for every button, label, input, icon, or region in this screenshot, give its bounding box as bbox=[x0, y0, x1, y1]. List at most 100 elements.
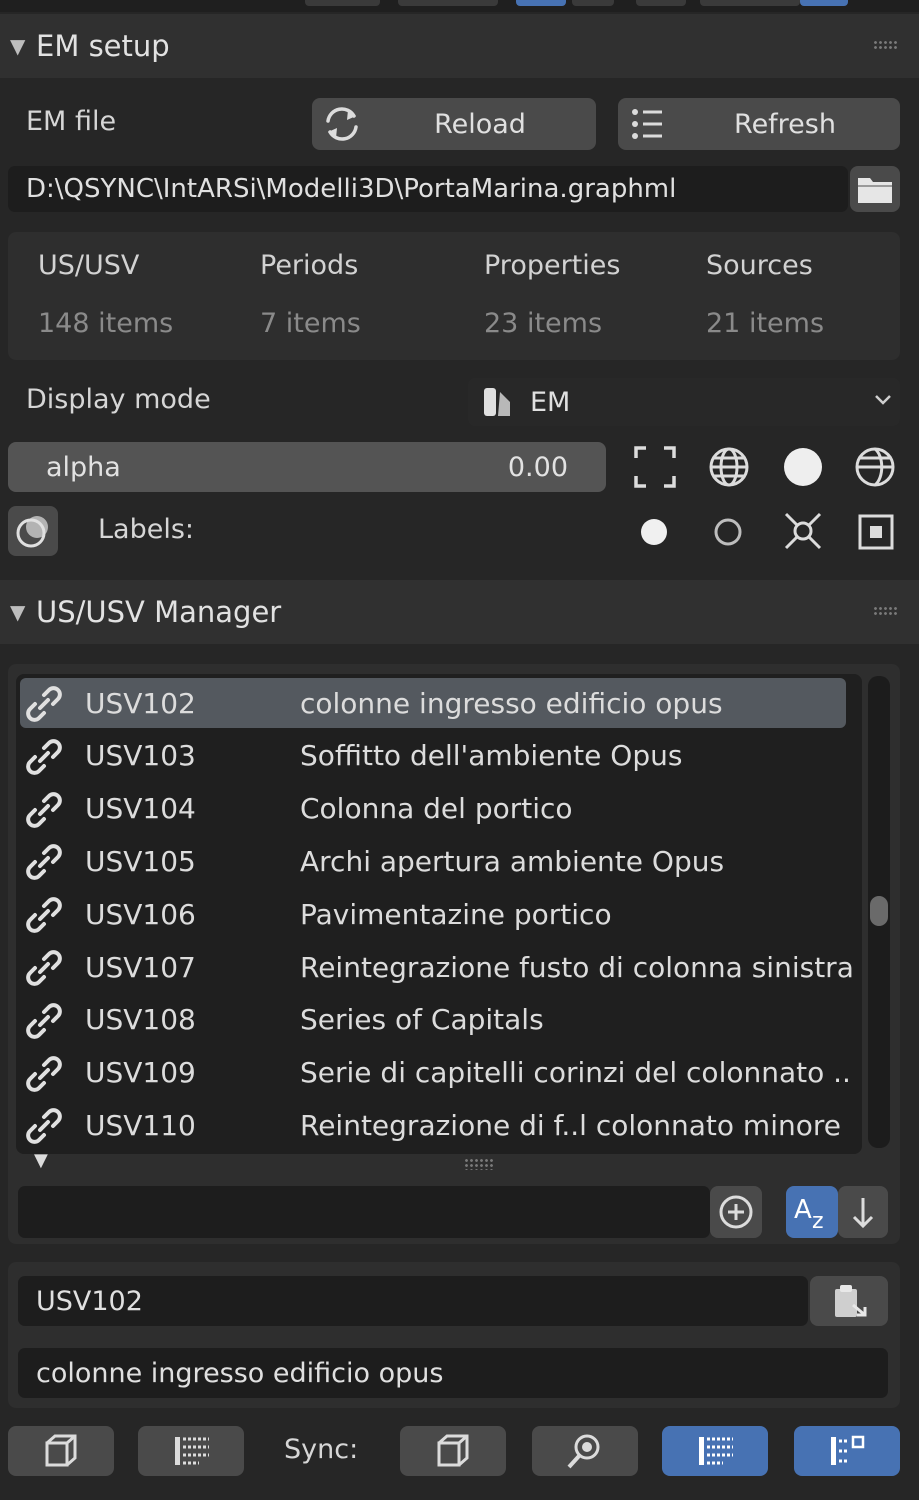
list-item-description: Soffitto dell'ambiente Opus bbox=[300, 739, 683, 773]
sync-object-button[interactable] bbox=[400, 1426, 506, 1476]
box-select-icon[interactable] bbox=[856, 512, 896, 552]
list-item[interactable]: USV109 Serie di capitelli corinzi del co… bbox=[20, 1048, 851, 1098]
stat-sources-label: Sources bbox=[706, 250, 813, 281]
sort-az-icon: Az bbox=[790, 1190, 834, 1234]
drag-grip-icon[interactable] bbox=[873, 606, 897, 616]
material-sphere-icon[interactable] bbox=[852, 444, 898, 490]
filled-dot-icon[interactable] bbox=[636, 514, 672, 550]
file-path-field[interactable]: D:\QSYNC\IntARSi\Modelli3D\PortaMarina.g… bbox=[8, 166, 848, 212]
list-item[interactable]: USV102 colonne ingresso edificio opus bbox=[20, 678, 846, 728]
list-filter-input[interactable] bbox=[18, 1186, 710, 1238]
bounds-icon[interactable] bbox=[780, 508, 826, 554]
top-tab[interactable] bbox=[636, 0, 686, 6]
stat-properties-label: Properties bbox=[484, 250, 621, 281]
list-item-description: Reintegrazione di f..l colonnato minore bbox=[300, 1108, 841, 1142]
sync-columns-button[interactable] bbox=[794, 1426, 900, 1476]
top-tab-active[interactable] bbox=[516, 0, 566, 6]
wireframe-sphere-icon[interactable] bbox=[706, 444, 752, 490]
list-item-code: USV106 bbox=[85, 897, 196, 931]
list-item-code: USV108 bbox=[85, 1003, 196, 1037]
collapse-triangle-icon[interactable]: ▼ bbox=[10, 600, 36, 624]
list-rows-icon bbox=[693, 1431, 737, 1471]
list-item[interactable]: USV103 Soffitto dell'ambiente Opus bbox=[20, 731, 846, 781]
collapse-triangle-icon[interactable]: ▼ bbox=[10, 34, 36, 58]
list-icon bbox=[626, 102, 670, 146]
list-item[interactable]: USV108 Series of Capitals bbox=[20, 995, 846, 1045]
cube-icon bbox=[433, 1431, 473, 1471]
top-tab[interactable] bbox=[572, 0, 614, 6]
select-object-button[interactable] bbox=[8, 1426, 114, 1476]
top-tab[interactable] bbox=[305, 0, 380, 6]
list-item[interactable]: USV110 Reintegrazione di f..l colonnato … bbox=[20, 1100, 846, 1150]
list-item[interactable]: USV106 Pavimentazine portico bbox=[20, 889, 846, 939]
overlay-toggle-button[interactable] bbox=[8, 506, 58, 556]
sync-search-button[interactable] bbox=[532, 1426, 638, 1476]
list-scrollbar[interactable] bbox=[868, 676, 890, 1148]
svg-text:A: A bbox=[794, 1195, 812, 1225]
list-item-code: USV104 bbox=[85, 792, 196, 826]
stat-usv-value: 148 items bbox=[38, 308, 174, 339]
empty-circle-icon[interactable] bbox=[710, 514, 746, 550]
panel-title: EM setup bbox=[36, 29, 170, 63]
scrollbar-thumb[interactable] bbox=[870, 896, 888, 926]
sort-alpha-button[interactable]: Az bbox=[786, 1186, 838, 1238]
list-item-code: USV105 bbox=[85, 844, 196, 878]
drag-grip-icon[interactable] bbox=[873, 40, 897, 50]
sync-label: Sync: bbox=[284, 1434, 359, 1465]
alpha-label: alpha bbox=[46, 451, 121, 483]
list-item-description: Series of Capitals bbox=[300, 1003, 544, 1037]
list-item[interactable]: USV105 Archi apertura ambiente Opus bbox=[20, 836, 846, 886]
list-item-code: USV109 bbox=[85, 1056, 196, 1090]
filter-options-button[interactable] bbox=[710, 1186, 762, 1238]
top-tab[interactable] bbox=[398, 0, 498, 6]
em-file-label: EM file bbox=[26, 106, 117, 137]
zoom-in-icon bbox=[716, 1192, 756, 1232]
em-setup-panel-header[interactable]: ▼ EM setup bbox=[0, 14, 919, 78]
list-item-description: Archi apertura ambiente Opus bbox=[300, 844, 725, 878]
display-mode-dropdown[interactable]: EM bbox=[468, 378, 900, 426]
sort-reverse-button[interactable] bbox=[838, 1186, 888, 1238]
manager-panel-header[interactable]: ▼ US/USV Manager bbox=[0, 580, 919, 644]
list-resize-grip-icon[interactable] bbox=[464, 1158, 494, 1170]
frame-selected-icon[interactable] bbox=[632, 444, 678, 490]
expand-filter-triangle-icon[interactable]: ▼ bbox=[34, 1150, 48, 1171]
reload-icon bbox=[320, 102, 364, 146]
overlay-icon bbox=[13, 511, 53, 551]
list-item-description: Colonna del portico bbox=[300, 792, 573, 826]
list-item[interactable]: USV104 Colonna del portico bbox=[20, 784, 846, 834]
paste-button[interactable] bbox=[810, 1276, 888, 1326]
list-item-code: USV107 bbox=[85, 950, 196, 984]
stats-box: US/USV 148 items Periods 7 items Propert… bbox=[8, 232, 900, 360]
file-browse-button[interactable] bbox=[850, 166, 900, 212]
list-item-description: Serie di capitelli corinzi del colonnato… bbox=[300, 1056, 851, 1090]
top-tab-active[interactable] bbox=[800, 0, 848, 6]
stat-properties-value: 23 items bbox=[484, 308, 603, 339]
labels-label: Labels: bbox=[98, 514, 195, 545]
select-list-row-button[interactable] bbox=[138, 1426, 244, 1476]
link-icon bbox=[24, 791, 64, 832]
selected-code-field[interactable]: USV102 bbox=[18, 1276, 808, 1326]
sync-list-button[interactable] bbox=[662, 1426, 768, 1476]
alpha-value: 0.00 bbox=[507, 451, 568, 483]
alpha-slider[interactable]: alpha 0.00 bbox=[8, 442, 606, 492]
clipboard-icon bbox=[827, 1281, 871, 1321]
list-item-description: Pavimentazine portico bbox=[300, 897, 612, 931]
refresh-button[interactable]: Refresh bbox=[618, 98, 900, 150]
list-item[interactable]: USV107 Reintegrazione fusto di colonna s… bbox=[20, 942, 854, 992]
link-icon bbox=[24, 844, 64, 884]
link-icon bbox=[24, 950, 64, 990]
list-item-code: USV102 bbox=[85, 686, 196, 720]
selected-desc-field[interactable]: colonne ingresso edificio opus bbox=[18, 1348, 888, 1398]
list-item-code: USV103 bbox=[85, 739, 196, 773]
list-item-code: USV110 bbox=[85, 1108, 196, 1142]
link-icon bbox=[24, 897, 64, 937]
top-tab[interactable] bbox=[700, 0, 800, 6]
refresh-label: Refresh bbox=[734, 108, 836, 140]
stat-sources-value: 21 items bbox=[706, 308, 825, 339]
reload-button[interactable]: Reload bbox=[312, 98, 596, 150]
panel-title: US/USV Manager bbox=[36, 595, 282, 629]
list-item-description: colonne ingresso edificio opus bbox=[300, 686, 723, 720]
svg-text:z: z bbox=[812, 1209, 824, 1234]
solid-sphere-icon[interactable] bbox=[780, 444, 826, 490]
link-icon bbox=[24, 1003, 64, 1043]
